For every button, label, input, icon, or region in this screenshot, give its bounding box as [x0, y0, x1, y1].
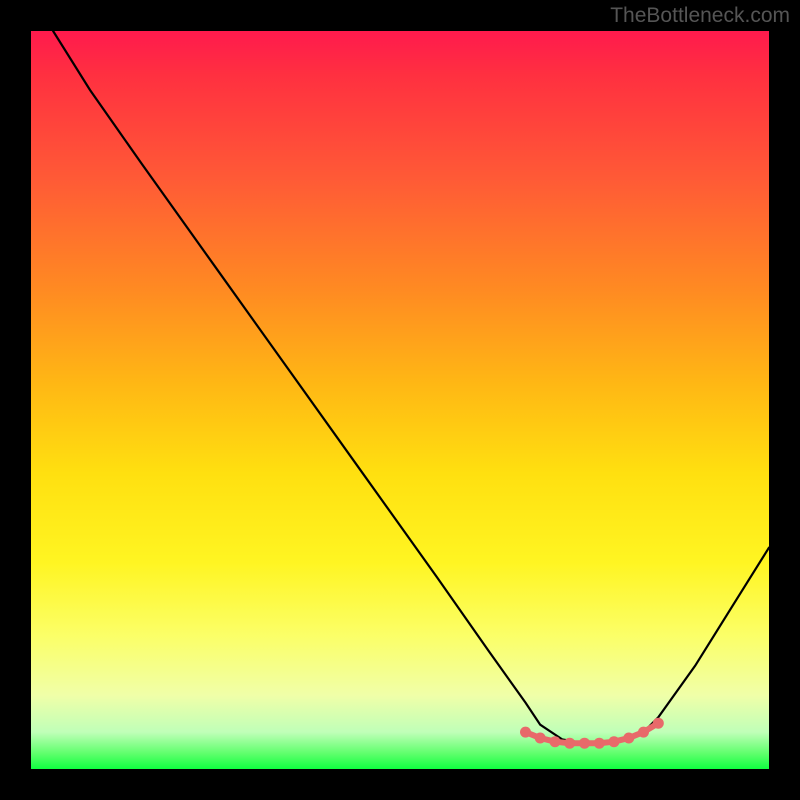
valley-marker — [520, 727, 531, 738]
valley-markers — [520, 718, 664, 749]
valley-marker — [609, 736, 620, 747]
plot-area — [31, 31, 769, 769]
valley-marker — [579, 738, 590, 749]
valley-marker — [535, 733, 546, 744]
bottleneck-curve — [53, 31, 769, 743]
valley-marker — [594, 738, 605, 749]
valley-marker — [653, 718, 664, 729]
valley-marker — [550, 736, 561, 747]
watermark-text: TheBottleneck.com — [610, 4, 790, 28]
valley-marker — [564, 738, 575, 749]
valley-marker — [638, 727, 649, 738]
valley-marker — [623, 733, 634, 744]
chart-svg — [31, 31, 769, 769]
